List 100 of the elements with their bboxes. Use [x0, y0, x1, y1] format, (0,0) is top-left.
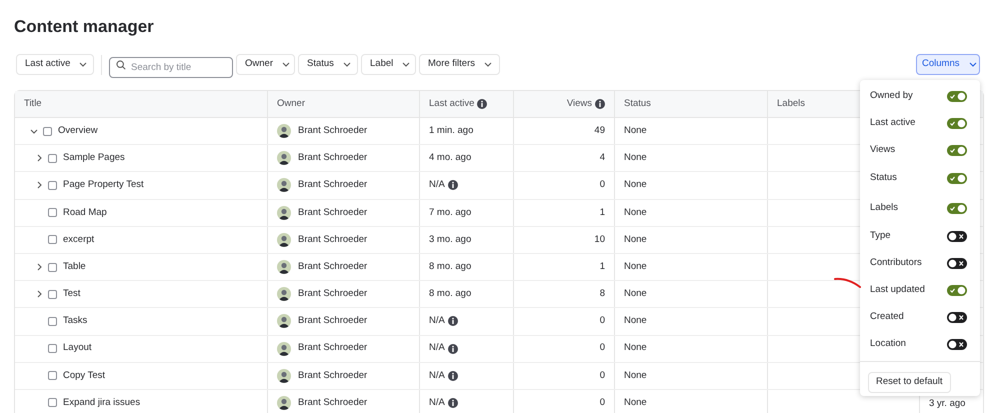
status-text: None	[624, 368, 647, 383]
filter-button[interactable]: Status	[298, 54, 358, 75]
status-text: None	[624, 260, 647, 274]
column-option-label: Views	[870, 143, 896, 158]
avatar-icon	[277, 206, 291, 220]
avatar-icon	[277, 260, 291, 274]
checkbox[interactable]	[48, 398, 57, 408]
filter-button[interactable]: Label	[361, 54, 416, 75]
toggle-switch[interactable]	[947, 118, 967, 129]
owner-name: Brant Schroeder	[298, 206, 368, 220]
avatar-icon	[277, 178, 291, 192]
last-active-text: N/A	[429, 314, 445, 328]
owner-name: Brant Schroeder	[298, 124, 368, 138]
page-title-link[interactable]: Page Property Test	[63, 178, 144, 193]
column-header[interactable]: Title	[24, 96, 42, 112]
page-title-link[interactable]: Overview	[58, 124, 98, 138]
owner-name: Brant Schroeder	[298, 314, 368, 328]
column-header[interactable]: Owner	[277, 96, 305, 112]
owner-name: Brant Schroeder	[298, 260, 368, 274]
page-title: Content manager	[14, 16, 155, 38]
last-active-text: 8 mo. ago	[429, 260, 472, 274]
checkbox[interactable]	[43, 126, 52, 136]
checkbox[interactable]	[48, 235, 57, 244]
views-count: 0	[600, 368, 605, 383]
toggle-switch[interactable]	[947, 258, 967, 269]
toggle-switch[interactable]	[947, 312, 967, 323]
chevron-right-icon[interactable]	[36, 263, 42, 272]
caret-icon	[402, 62, 410, 67]
status-text: None	[624, 151, 647, 166]
filter-button[interactable]: More filters	[419, 54, 500, 75]
checkbox[interactable]	[48, 290, 57, 299]
column-header[interactable]: Views	[566, 96, 592, 112]
toggle-switch[interactable]	[947, 339, 967, 350]
avatar-icon	[277, 342, 291, 356]
column-option-label: Location	[870, 337, 906, 352]
column-option-label: Type	[870, 229, 891, 244]
filter-button[interactable]: Owner	[236, 54, 295, 75]
info-icon	[448, 398, 458, 408]
column-option-label: Last active	[870, 116, 916, 130]
checkbox[interactable]	[48, 344, 57, 354]
checkbox[interactable]	[48, 180, 57, 190]
views-count: 49	[594, 124, 605, 138]
toggle-switch[interactable]	[947, 231, 967, 242]
filter-button[interactable]: Last active	[16, 54, 94, 75]
page-title-link[interactable]: Table	[63, 260, 86, 274]
columns-button[interactable]: Columns	[916, 54, 980, 75]
owner-name: Brant Schroeder	[298, 151, 368, 166]
search-icon	[116, 60, 126, 70]
last-active-text: N/A	[429, 178, 445, 192]
checkbox[interactable]	[48, 371, 57, 380]
toggle-switch[interactable]	[947, 285, 967, 296]
status-text: None	[624, 396, 647, 410]
last-active-text: N/A	[429, 341, 445, 356]
owner-name: Brant Schroeder	[298, 287, 368, 302]
page-title-link[interactable]: Test	[63, 287, 80, 302]
page-title-link[interactable]: Copy Test	[63, 368, 106, 383]
toggle-switch[interactable]	[947, 91, 967, 102]
owner-name: Brant Schroeder	[298, 368, 368, 383]
avatar-icon	[277, 124, 291, 138]
info-icon	[448, 316, 458, 326]
toggle-switch[interactable]	[947, 145, 967, 156]
caret-icon	[968, 62, 976, 67]
date-text: 3 yr. ago	[929, 397, 966, 412]
avatar-icon	[277, 232, 291, 247]
avatar-icon	[277, 368, 291, 383]
column-header[interactable]: Last active	[429, 96, 474, 112]
column-header[interactable]: Labels	[777, 96, 805, 112]
column-option-label: Created	[870, 310, 904, 324]
reset-button[interactable]: Reset to default	[868, 372, 951, 393]
checkbox[interactable]	[48, 208, 57, 218]
column-header[interactable]: Status	[624, 96, 651, 112]
owner-name: Brant Schroeder	[298, 396, 368, 410]
owner-name: Brant Schroeder	[298, 232, 368, 247]
toggle-switch[interactable]	[947, 173, 967, 184]
page-title-link[interactable]: Sample Pages	[63, 151, 125, 166]
checkbox[interactable]	[48, 154, 57, 163]
views-count: 8	[600, 287, 605, 302]
owner-name: Brant Schroeder	[298, 178, 368, 192]
chevron-down-icon[interactable]	[30, 128, 38, 134]
page-title-link[interactable]: excerpt	[63, 232, 94, 247]
page-title-link[interactable]: Layout	[63, 341, 92, 356]
page-title-link[interactable]: Road Map	[63, 206, 107, 220]
search-field[interactable]: Search by title	[109, 57, 233, 78]
checkbox[interactable]	[48, 316, 57, 326]
annotation-stroke	[834, 277, 862, 289]
views-count: 0	[600, 396, 605, 410]
last-active-text: N/A	[429, 396, 445, 410]
info-icon	[477, 99, 488, 109]
chevron-right-icon[interactable]	[36, 290, 42, 298]
page-title-link[interactable]: Tasks	[63, 314, 88, 329]
chevron-right-icon[interactable]	[36, 181, 42, 190]
last-active-text: 8 mo. ago	[429, 287, 472, 302]
column-option-label: Owned by	[870, 89, 913, 104]
status-text: None	[624, 341, 647, 356]
chevron-right-icon[interactable]	[36, 154, 42, 162]
checkbox[interactable]	[48, 262, 57, 272]
toggle-switch[interactable]	[947, 202, 967, 214]
page-title-link[interactable]: Expand jira issues	[63, 396, 140, 410]
avatar-icon	[277, 396, 291, 410]
info-icon	[448, 180, 458, 190]
